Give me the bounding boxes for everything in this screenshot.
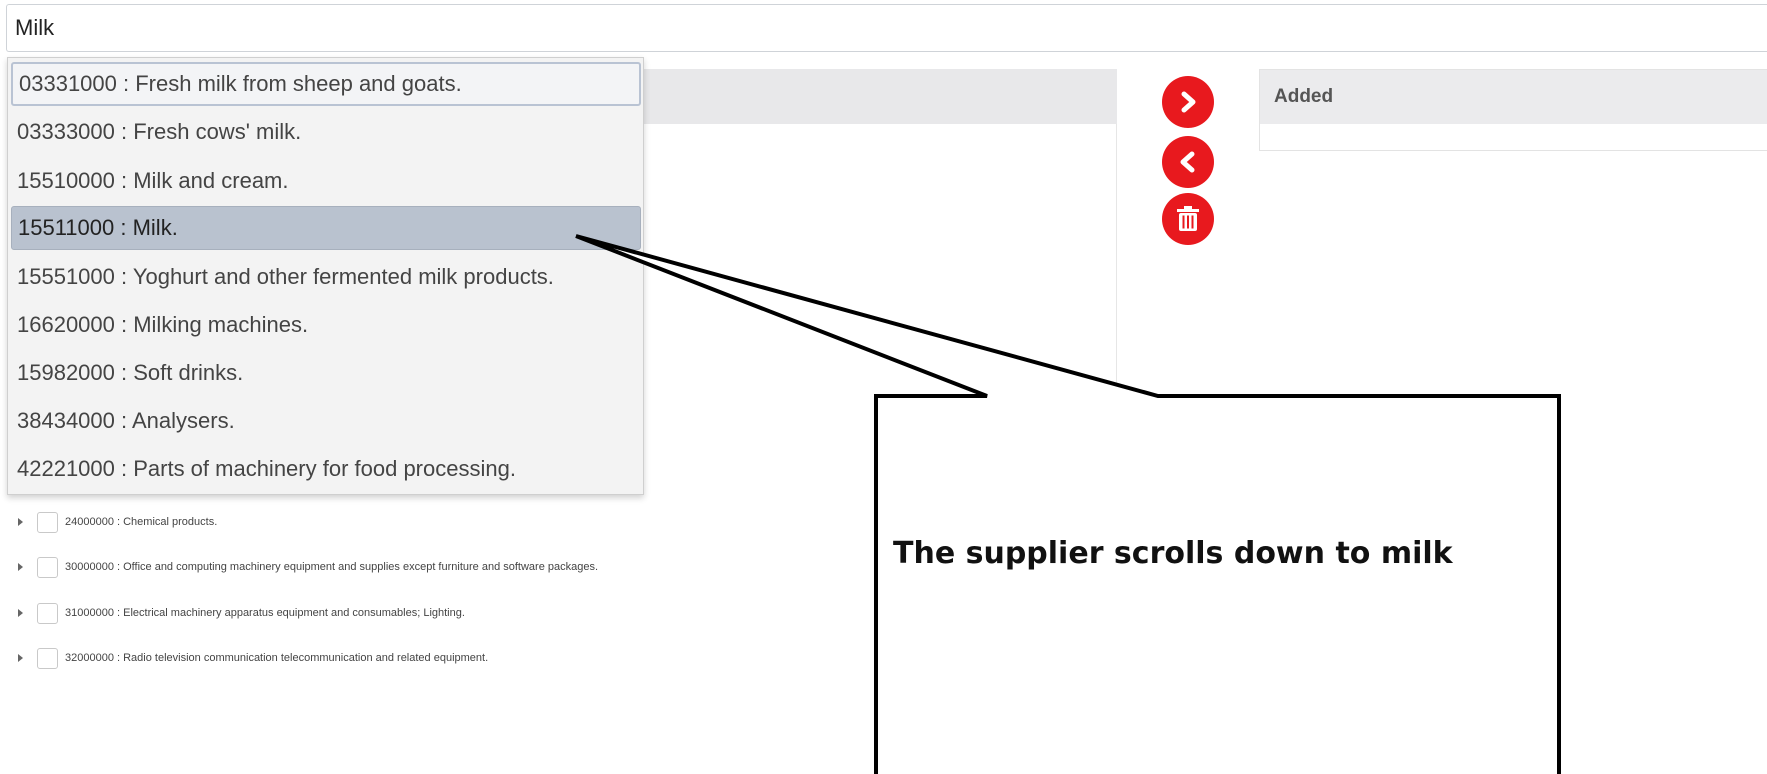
dropdown-option[interactable]: 03331000 : Fresh milk from sheep and goa… (11, 62, 641, 106)
tree-checkbox[interactable] (37, 602, 58, 624)
search-input[interactable] (15, 5, 1755, 51)
dropdown-option[interactable]: 16620000 : Milking machines. (11, 303, 641, 347)
expand-arrow-icon[interactable] (18, 518, 23, 526)
tree-row[interactable]: 30000000 : Office and computing machiner… (18, 554, 598, 580)
dropdown-option[interactable]: 15551000 : Yoghurt and other fermented m… (11, 255, 641, 299)
dropdown-option[interactable]: 38434000 : Analysers. (11, 399, 641, 443)
dropdown-option[interactable]: 03333000 : Fresh cows' milk. (11, 110, 641, 154)
chevron-left-icon (1176, 150, 1200, 174)
tree-row[interactable]: 24000000 : Chemical products. (18, 509, 217, 535)
expand-arrow-icon[interactable] (18, 563, 23, 571)
remove-button[interactable] (1162, 136, 1214, 188)
callout-text: The supplier scrolls down to milk (893, 536, 1453, 571)
tree-row-label: 24000000 : Chemical products. (65, 516, 218, 528)
added-panel: Added (1259, 69, 1767, 151)
dropdown-option[interactable]: 15982000 : Soft drinks. (11, 351, 641, 395)
trash-icon (1175, 205, 1201, 233)
dropdown-option-selected[interactable]: 15511000 : Milk. (11, 206, 641, 250)
tree-row-label: 30000000 : Office and computing machiner… (65, 561, 599, 573)
add-button[interactable] (1162, 76, 1214, 128)
tree-row[interactable]: 32000000 : Radio television communicatio… (18, 645, 488, 671)
added-panel-header: Added (1260, 70, 1767, 124)
autocomplete-dropdown: 03331000 : Fresh milk from sheep and goa… (7, 57, 644, 495)
search-field[interactable] (6, 4, 1767, 52)
dropdown-option[interactable]: 42221000 : Parts of machinery for food p… (11, 447, 641, 491)
expand-arrow-icon[interactable] (18, 609, 23, 617)
expand-arrow-icon[interactable] (18, 654, 23, 662)
tree-row[interactable]: 31000000 : Electrical machinery apparatu… (18, 600, 465, 626)
tree-checkbox[interactable] (37, 511, 58, 533)
tree-checkbox[interactable] (37, 556, 58, 578)
panel-divider (1116, 124, 1117, 774)
dropdown-option[interactable]: 15510000 : Milk and cream. (11, 159, 641, 203)
delete-button[interactable] (1162, 193, 1214, 245)
chevron-right-icon (1176, 90, 1200, 114)
tree-row-label: 32000000 : Radio television communicatio… (65, 652, 489, 664)
tree-row-label: 31000000 : Electrical machinery apparatu… (65, 607, 465, 619)
tree-checkbox[interactable] (37, 647, 58, 669)
